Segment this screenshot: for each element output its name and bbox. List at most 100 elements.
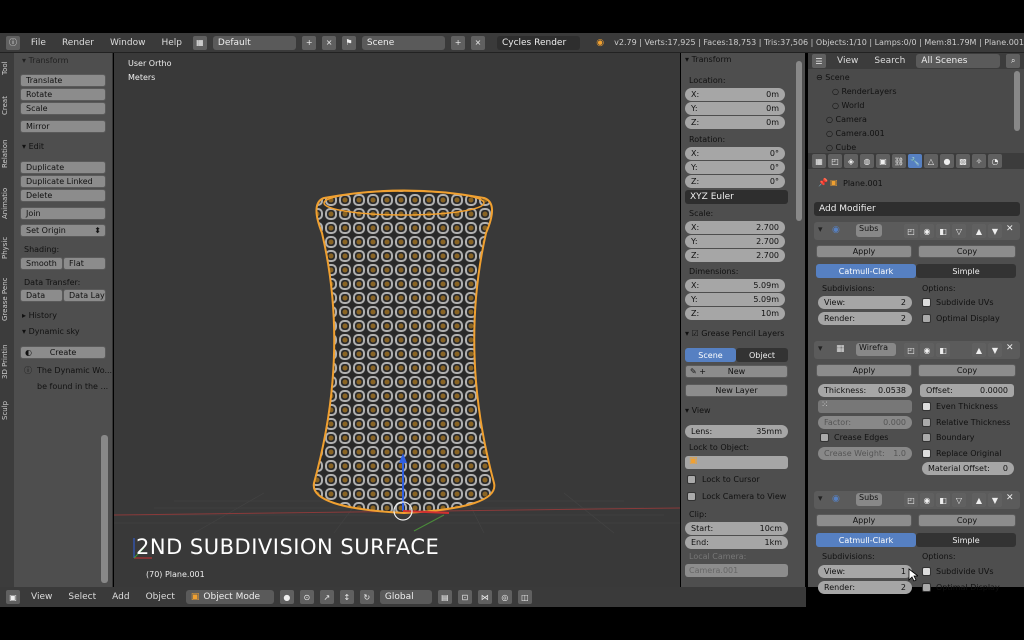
lock-camera-checkbox[interactable]	[687, 492, 696, 501]
tab-grease-pencil[interactable]: Grease Penc	[1, 271, 13, 327]
transform-header[interactable]: ▾ Transform	[22, 56, 68, 65]
move-down-icon[interactable]: ▼	[988, 224, 1002, 238]
flat-button[interactable]: Flat	[63, 257, 106, 270]
display-mode-select[interactable]: All Scenes	[916, 54, 1001, 68]
location-z-field[interactable]: Z: 0m	[685, 116, 785, 129]
scale-x-field[interactable]: X: 2.700	[685, 221, 785, 234]
rotation-y-field[interactable]: Y: 0°	[685, 161, 785, 174]
texture-tab-icon[interactable]: ▩	[956, 154, 970, 168]
viewport-toggle-icon[interactable]: ◉	[920, 493, 934, 507]
properties-region-scrollbar[interactable]	[793, 53, 805, 587]
tab-create[interactable]: Creat	[1, 91, 13, 121]
scene-tab-icon[interactable]: ◈	[844, 154, 858, 168]
pin-icon[interactable]: 📌	[818, 178, 828, 187]
dimensions-x-field[interactable]: X: 5.09m	[685, 279, 785, 292]
data-button[interactable]: Data	[20, 289, 63, 302]
viewport-toggle-icon[interactable]: ◉	[920, 343, 934, 357]
menu-view[interactable]: View	[26, 592, 57, 602]
move-down-icon[interactable]: ▼	[988, 493, 1002, 507]
mode-select[interactable]: ▣ Object Mode	[185, 590, 274, 604]
render-toggle-icon[interactable]: ◰	[904, 493, 918, 507]
rotation-z-field[interactable]: Z: 0°	[685, 175, 785, 188]
modifier-1-header[interactable]: ▾ ◉ Subs ◰ ◉ ◧ ▽ ▲ ▼ ✕	[814, 222, 1020, 240]
outliner-scene[interactable]: ⊖ Scene	[816, 73, 850, 82]
cage-toggle-icon[interactable]: ▽	[952, 493, 966, 507]
outliner-camera[interactable]: ○ Camera	[826, 115, 867, 124]
boundary-checkbox[interactable]	[922, 433, 931, 442]
dimensions-y-field[interactable]: Y: 5.09m	[685, 293, 785, 306]
scale-z-field[interactable]: Z: 2.700	[685, 249, 785, 262]
add-modifier-select[interactable]: Add Modifier	[814, 202, 1020, 216]
data-tab-icon[interactable]: △	[924, 154, 938, 168]
manipulator-icon[interactable]: ↗	[319, 590, 334, 604]
add-scene-icon[interactable]: +	[451, 35, 466, 50]
render-engine-select[interactable]: Cycles Render	[496, 35, 581, 50]
physics-tab-icon[interactable]: ◔	[988, 154, 1002, 168]
editmode-toggle-icon[interactable]: ◧	[936, 343, 950, 357]
smooth-button[interactable]: Smooth	[20, 257, 63, 270]
3d-viewport[interactable]: User Ortho Meters 2ND SUBDIVISION SURFAC…	[114, 53, 680, 587]
modifier-2-copy[interactable]: Copy	[918, 364, 1016, 377]
modifier-3-simple[interactable]: Simple	[916, 533, 1016, 547]
edit-header[interactable]: ▾ Edit	[22, 142, 44, 151]
tab-relations[interactable]: Relation	[1, 133, 13, 175]
data-layers-button[interactable]: Data Lay	[63, 289, 106, 302]
lens-field[interactable]: Lens: 35mm	[685, 425, 788, 438]
layout-icon[interactable]: ▦	[193, 35, 207, 50]
modifier-1-optimal-display-checkbox[interactable]	[922, 314, 931, 323]
collapse-icon[interactable]: ▾	[818, 225, 823, 235]
render-tab-icon[interactable]: ◰	[828, 154, 842, 168]
constraint-tab-icon[interactable]: ⛓	[892, 154, 906, 168]
world-tab-icon[interactable]: ◍	[860, 154, 874, 168]
modifier-3-apply[interactable]: Apply	[816, 514, 912, 527]
offset-field[interactable]: Offset: 0.0000	[920, 384, 1014, 397]
move-down-icon[interactable]: ▼	[988, 343, 1002, 357]
tool-shelf-scrollbar[interactable]	[101, 435, 108, 583]
translate-manip-icon[interactable]: ↕	[339, 590, 354, 604]
join-button[interactable]: Join	[20, 207, 106, 220]
orientation-select[interactable]: Global	[379, 590, 432, 604]
lock-object-field[interactable]: ▣	[685, 456, 788, 469]
modifier-1-subdivide-uvs-checkbox[interactable]	[922, 298, 931, 307]
editor-type-icon[interactable]: ▣	[6, 590, 20, 604]
move-up-icon[interactable]: ▲	[972, 343, 986, 357]
lock-icon[interactable]: ⊡	[457, 590, 472, 604]
move-up-icon[interactable]: ▲	[972, 493, 986, 507]
delete-button[interactable]: Delete	[20, 189, 106, 202]
location-x-field[interactable]: X: 0m	[685, 88, 785, 101]
menu-add[interactable]: Add	[107, 592, 134, 602]
set-origin-select[interactable]: Set Origin ⬍	[20, 224, 106, 237]
new-layer-button[interactable]: New Layer	[685, 384, 788, 397]
outliner-cube[interactable]: ○ Cube	[826, 143, 856, 152]
rotation-x-field[interactable]: X: 0°	[685, 147, 785, 160]
particles-tab-icon[interactable]: ✧	[972, 154, 986, 168]
cage-toggle-icon[interactable]: ▽	[952, 224, 966, 238]
replace-original-checkbox[interactable]	[922, 449, 931, 458]
local-camera-field[interactable]: Camera.001	[685, 564, 788, 577]
render-toggle-icon[interactable]: ◰	[904, 224, 918, 238]
modifier-3-name[interactable]: Subs	[856, 493, 882, 506]
viewport-canvas[interactable]	[114, 53, 680, 587]
modifier-1-name[interactable]: Subs	[856, 224, 882, 237]
outliner-view-menu[interactable]: View	[832, 56, 863, 66]
outliner-world[interactable]: ○ World	[832, 101, 864, 110]
remove-modifier-icon[interactable]: ✕	[1006, 343, 1014, 353]
view-panel-header[interactable]: ▾ View	[685, 406, 711, 415]
clip-end-field[interactable]: End: 1km	[685, 536, 788, 549]
viewport-toggle-icon[interactable]: ◉	[920, 224, 934, 238]
remove-layout-icon[interactable]: ×	[322, 35, 336, 50]
editmode-toggle-icon[interactable]: ◧	[936, 493, 950, 507]
crease-weight-field[interactable]: Crease Weight: 1.0	[818, 447, 912, 460]
modifier-3-copy[interactable]: Copy	[918, 514, 1016, 527]
material-tab-icon[interactable]: ●	[940, 154, 954, 168]
menu-file[interactable]: File	[26, 38, 51, 48]
scene-icon[interactable]: ⚑	[341, 35, 356, 50]
rotate-button[interactable]: Rotate	[20, 88, 106, 101]
remove-modifier-icon[interactable]: ✕	[1006, 224, 1014, 234]
outliner-renderlayers[interactable]: ○ RenderLayers	[832, 87, 896, 96]
modifier-3-catmull[interactable]: Catmull-Clark	[816, 533, 916, 547]
scene-field[interactable]: Scene	[361, 35, 446, 50]
grease-pencil-header[interactable]: ▾ ☑ Grease Pencil Layers	[685, 329, 784, 338]
crease-edges-checkbox[interactable]	[820, 433, 829, 442]
modifier-3-render-field[interactable]: Render: 2	[818, 581, 912, 594]
